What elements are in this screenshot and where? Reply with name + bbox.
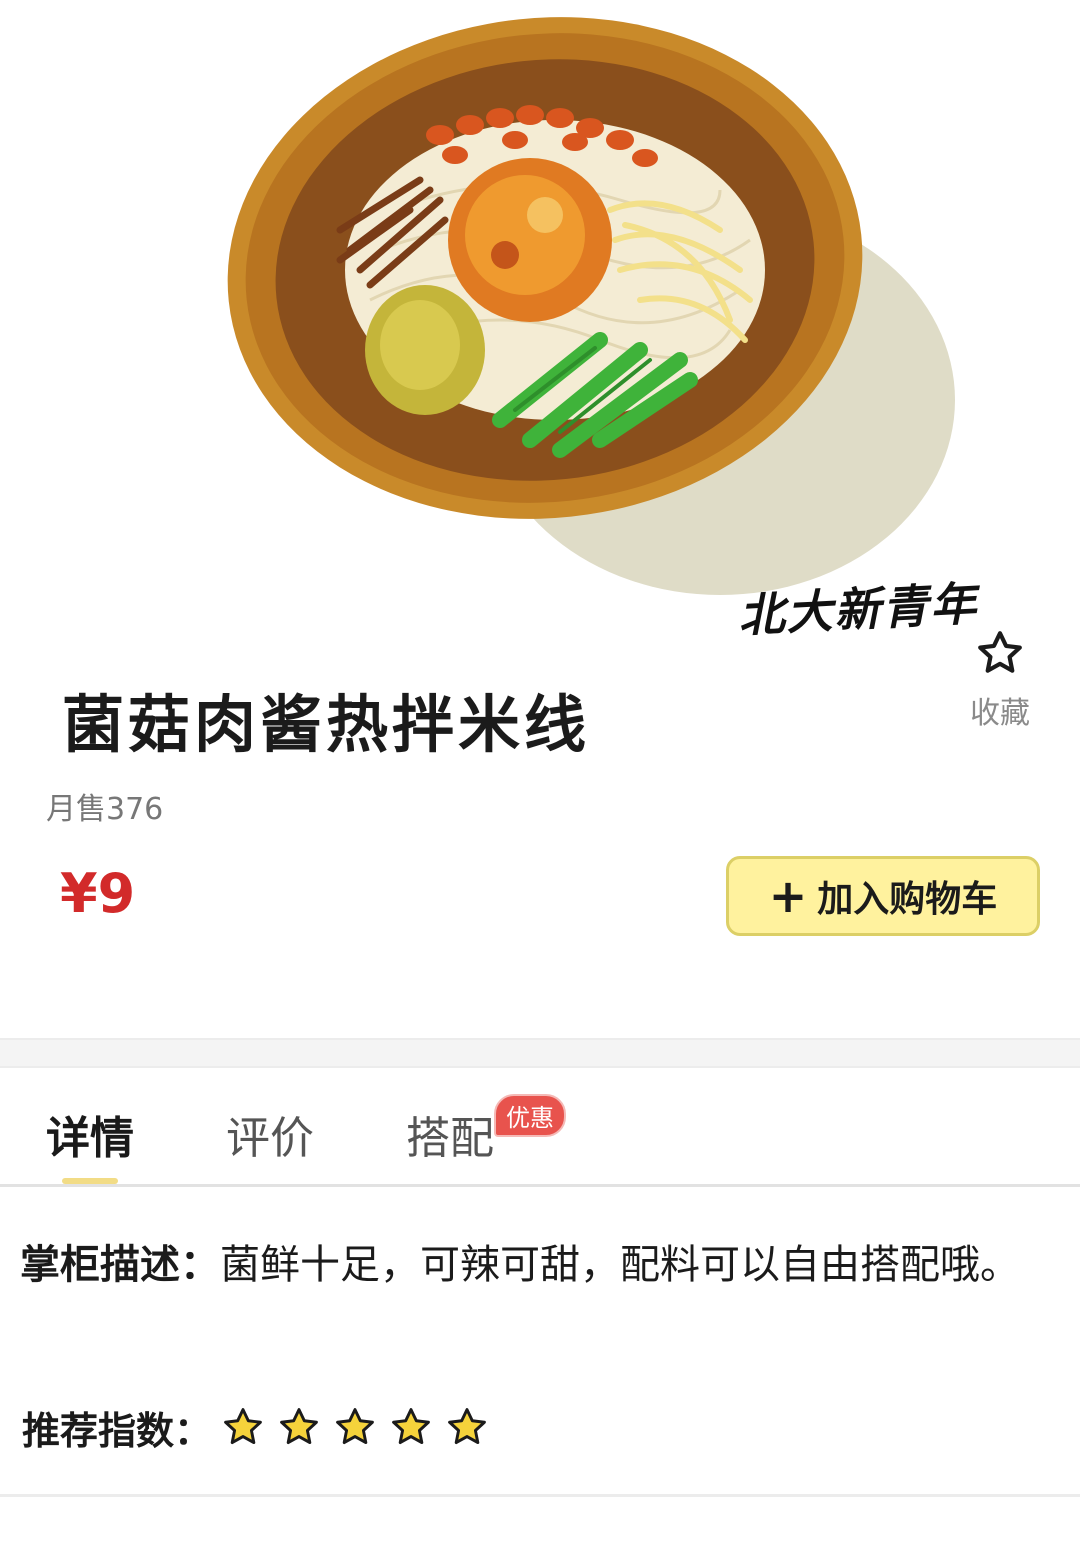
rating-stars — [220, 1405, 500, 1449]
rating-star-icon — [392, 1408, 430, 1445]
favorite-label: 收藏 — [970, 696, 1030, 731]
star-outline-icon — [978, 631, 1022, 673]
description-label: 掌柜描述： — [20, 1242, 220, 1288]
shop-description: 掌柜描述：菌鲜十足，可辣可甜，配料可以自由搭配哦。 — [20, 1232, 1020, 1290]
section-divider — [0, 1038, 1080, 1068]
tab-reviews[interactable]: 评价 — [226, 1102, 314, 1166]
rating-star-icon — [336, 1408, 374, 1445]
tab-details[interactable]: 详情 — [46, 1102, 134, 1166]
promo-badge: 优惠 — [494, 1094, 566, 1137]
dish-title: 菌菇肉酱热拌米线 — [62, 688, 591, 761]
add-to-cart-button[interactable]: + 加入购物车 — [726, 856, 1040, 936]
add-to-cart-label: 加入购物车 — [817, 879, 998, 920]
recommendation-rating: 推荐指数： — [22, 1402, 500, 1453]
dish-image — [0, 0, 1080, 640]
active-tab-indicator — [62, 1178, 118, 1184]
monthly-sales: 月售376 — [46, 792, 164, 827]
plus-icon: + — [768, 869, 808, 923]
favorite-button[interactable]: 收藏 — [962, 628, 1038, 732]
price: ¥9 — [60, 862, 136, 925]
tab-combos[interactable]: 搭配 — [406, 1102, 494, 1166]
description-text: 菌鲜十足，可辣可甜，配料可以自由搭配哦。 — [220, 1242, 1020, 1288]
rating-star-icon — [448, 1408, 486, 1445]
rating-star-icon — [280, 1408, 318, 1445]
rating-label: 推荐指数： — [22, 1408, 213, 1453]
bottom-divider — [0, 1494, 1080, 1497]
tab-bar: 详情 评价 搭配 优惠 — [0, 1066, 1080, 1187]
rating-star-icon — [224, 1408, 262, 1445]
